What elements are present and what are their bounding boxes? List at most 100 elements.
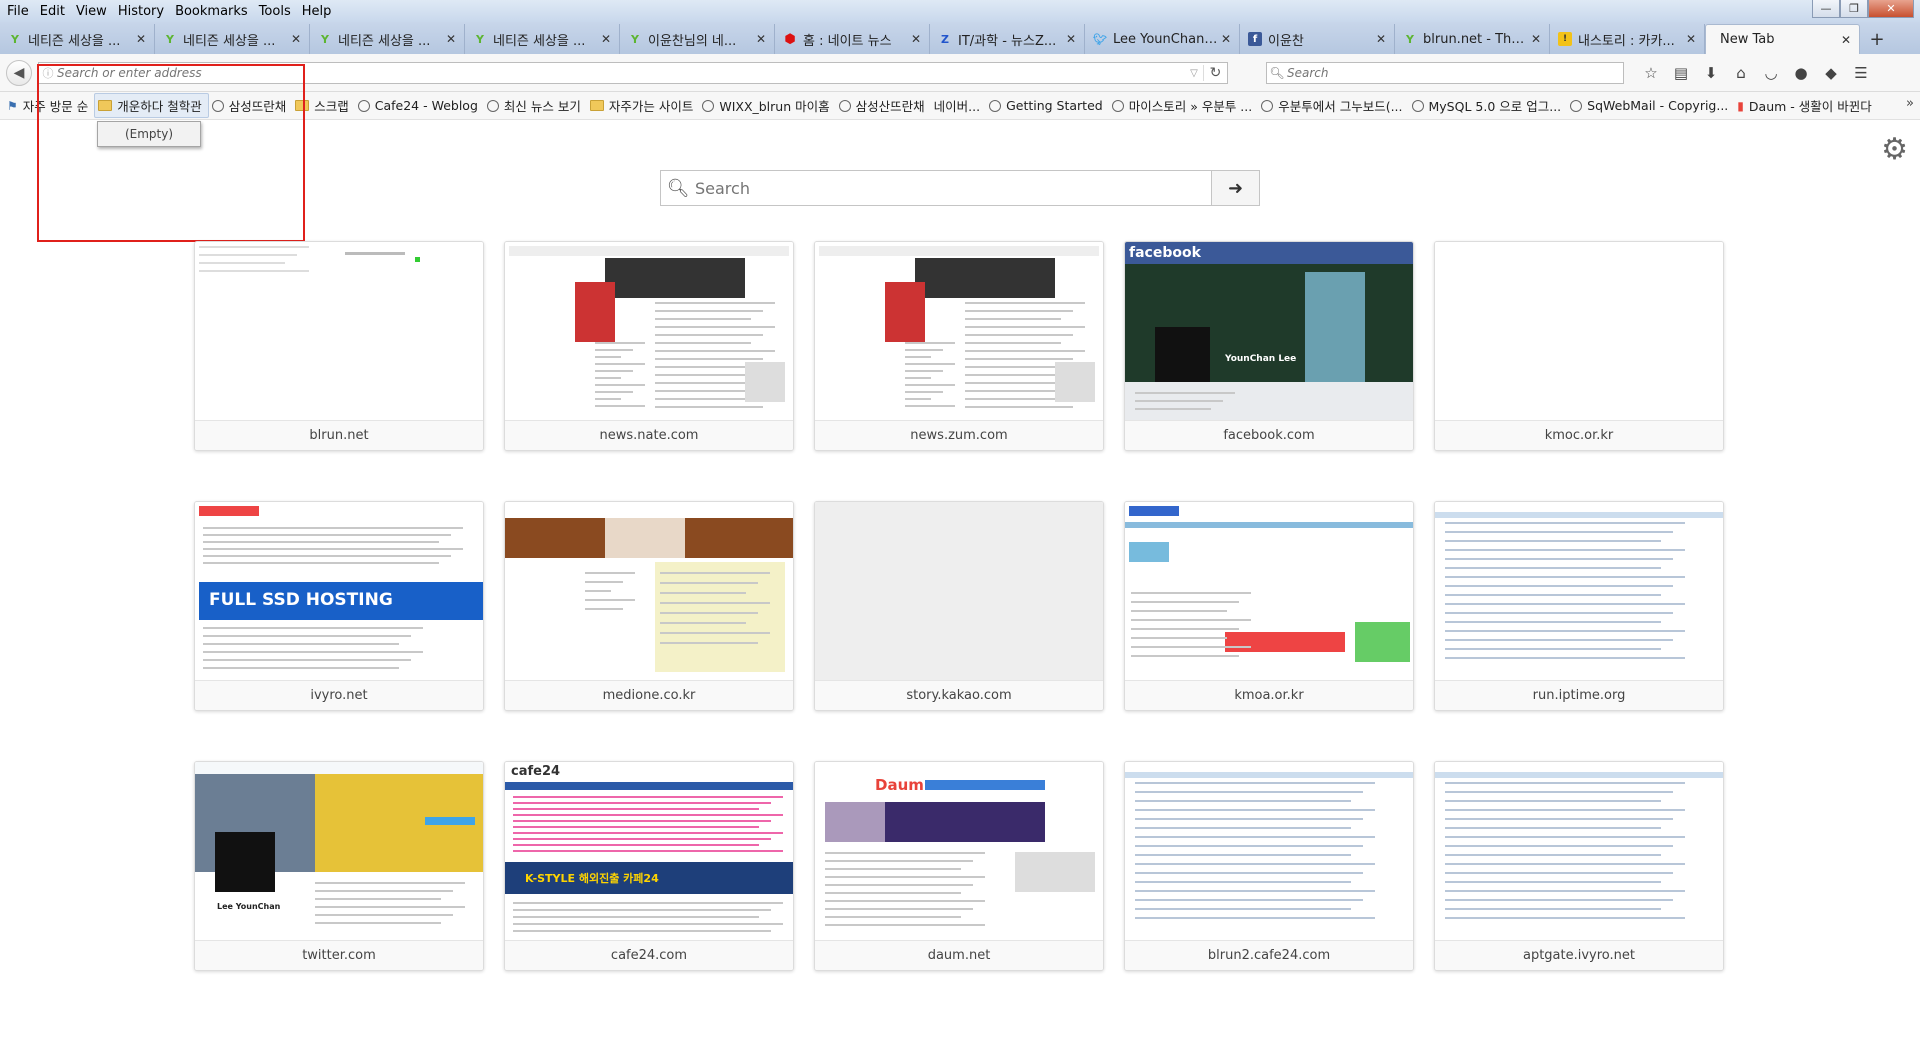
close-window-button[interactable]: ✕ <box>1868 0 1914 18</box>
top-site-tile[interactable]: Lee YounChan twitter.com <box>194 761 484 971</box>
top-site-tile[interactable]: blrun2.cafe24.com <box>1124 761 1414 971</box>
top-site-label[interactable]: twitter.com <box>195 940 483 970</box>
new-tab-button[interactable]: + <box>1860 24 1894 54</box>
url-input[interactable] <box>57 66 1185 80</box>
top-site-label[interactable]: facebook.com <box>1125 420 1413 450</box>
top-site-label[interactable]: daum.net <box>815 940 1103 970</box>
tab-close-icon[interactable]: ✕ <box>909 32 923 46</box>
tab-close-icon[interactable]: ✕ <box>444 32 458 46</box>
menu-tools[interactable]: Tools <box>256 4 299 19</box>
bookmark-item-8[interactable]: 삼성산뜨란채 <box>836 94 931 117</box>
top-site-label[interactable]: kmoc.or.kr <box>1435 420 1723 450</box>
bookmark-item-5[interactable]: 최신 뉴스 보기 <box>484 94 587 117</box>
url-bar[interactable]: ⓘ ▽ ↻ <box>38 62 1228 84</box>
pocket-icon[interactable]: ◡ <box>1756 62 1786 84</box>
tab-close-icon[interactable]: ✕ <box>599 32 613 46</box>
top-site-label[interactable]: kmoa.or.kr <box>1125 680 1413 710</box>
tab-5[interactable]: ⬢ 홈 : 네이트 뉴스 ✕ <box>775 24 930 54</box>
top-site-tile[interactable]: medione.co.kr <box>504 501 794 711</box>
tab-3[interactable]: Y 네티즌 세상을 ... ✕ <box>465 24 620 54</box>
tab-close-icon[interactable]: ✕ <box>1839 33 1853 47</box>
top-site-label[interactable]: blrun2.cafe24.com <box>1125 940 1413 970</box>
tab-close-icon[interactable]: ✕ <box>134 32 148 46</box>
tab-2[interactable]: Y 네티즌 세상을 ... ✕ <box>310 24 465 54</box>
top-site-tile[interactable]: Daum daum.net <box>814 761 1104 971</box>
newtab-search-go-button[interactable]: ➜ <box>1211 171 1259 205</box>
bookmark-item-3[interactable]: 스크랩 <box>292 94 355 117</box>
bookmark-item-1[interactable]: 개운하다 철학관 <box>94 93 209 118</box>
bookmark-item-7[interactable]: WIXX_blrun 마이홈 <box>699 94 835 117</box>
bookmark-item-6[interactable]: 자주가는 사이트 <box>587 94 699 117</box>
top-site-label[interactable]: news.nate.com <box>505 420 793 450</box>
top-site-label[interactable]: medione.co.kr <box>505 680 793 710</box>
bookmark-item-0[interactable]: ⚑ 자주 방문 순 <box>4 94 94 117</box>
bookmark-item-11[interactable]: 마이스토리 » 우분투 ... <box>1109 94 1259 117</box>
maximize-button[interactable]: ❐ <box>1840 0 1868 18</box>
addon-icon[interactable]: ◆ <box>1816 62 1846 84</box>
back-button[interactable]: ◀ <box>6 60 32 86</box>
reload-icon[interactable]: ↻ <box>1203 65 1227 81</box>
home-icon[interactable]: ⌂ <box>1726 62 1756 84</box>
history-dropdown-icon[interactable]: ▽ <box>1185 68 1203 79</box>
bookmark-star-icon[interactable]: ☆ <box>1636 62 1666 84</box>
top-site-label[interactable]: story.kakao.com <box>815 680 1103 710</box>
bookmark-item-13[interactable]: MySQL 5.0 으로 업그... <box>1409 94 1568 117</box>
top-site-label[interactable]: aptgate.ivyro.net <box>1435 940 1723 970</box>
tab-8[interactable]: f 이윤찬 ✕ <box>1240 24 1395 54</box>
tab-close-icon[interactable]: ✕ <box>1219 32 1233 46</box>
top-site-tile[interactable]: aptgate.ivyro.net <box>1434 761 1724 971</box>
tab-9[interactable]: Yblrun.net - Thro... ✕ <box>1395 24 1550 54</box>
tab-4[interactable]: Y 이윤찬님의 네... ✕ <box>620 24 775 54</box>
top-site-label[interactable]: cafe24.com <box>505 940 793 970</box>
top-site-label[interactable]: ivyro.net <box>195 680 483 710</box>
tab-11[interactable]: New Tab ✕ <box>1705 24 1860 54</box>
menu-help[interactable]: Help <box>299 4 340 19</box>
bookmarks-menu-icon[interactable]: ▤ <box>1666 62 1696 84</box>
menu-view[interactable]: View <box>73 4 115 19</box>
search-icon[interactable]: 🔍︎ <box>1267 66 1287 80</box>
top-site-tile[interactable]: blrun.net <box>194 241 484 451</box>
menu-history[interactable]: History <box>115 4 172 19</box>
top-site-tile[interactable]: FULL SSD HOSTING ivyro.net <box>194 501 484 711</box>
top-site-tile[interactable]: story.kakao.com <box>814 501 1104 711</box>
newtab-search-input[interactable] <box>695 178 1211 198</box>
tab-close-icon[interactable]: ✕ <box>1529 32 1543 46</box>
top-site-tile[interactable]: kmoc.or.kr <box>1434 241 1724 451</box>
tab-0[interactable]: Y 네티즌 세상을 ... ✕ <box>0 24 155 54</box>
newtab-settings-gear-icon[interactable]: ⚙ <box>1881 132 1908 167</box>
tab-close-icon[interactable]: ✕ <box>1374 32 1388 46</box>
hamburger-menu-icon[interactable]: ☰ <box>1846 62 1876 84</box>
top-site-tile[interactable]: facebook YounChan Lee facebook.com <box>1124 241 1414 451</box>
bookmark-item-2[interactable]: 삼성뜨란채 <box>209 94 293 117</box>
top-site-tile[interactable]: cafe24 K-STYLE 해외진출 카페24 cafe24.com <box>504 761 794 971</box>
tab-close-icon[interactable]: ✕ <box>289 32 303 46</box>
bookmark-item-15[interactable]: ▮ Daum - 생활이 바뀐다 <box>1734 94 1877 117</box>
bookmark-item-9[interactable]: 네이버... <box>931 94 986 117</box>
tab-close-icon[interactable]: ✕ <box>754 32 768 46</box>
tab-close-icon[interactable]: ✕ <box>1684 32 1698 46</box>
top-site-tile[interactable]: news.nate.com <box>504 241 794 451</box>
bookmark-item-14[interactable]: SqWebMail - Copyrig... <box>1567 96 1734 115</box>
top-site-tile[interactable]: news.zum.com <box>814 241 1104 451</box>
downloads-icon[interactable]: ⬇ <box>1696 62 1726 84</box>
search-bar[interactable]: 🔍︎ <box>1266 62 1624 84</box>
bookmark-item-4[interactable]: Cafe24 - Weblog <box>355 96 484 115</box>
menu-edit[interactable]: Edit <box>37 4 73 19</box>
top-site-tile[interactable]: run.iptime.org <box>1434 501 1724 711</box>
identity-icon[interactable]: ⓘ <box>39 65 57 81</box>
extension-icon[interactable]: ● <box>1786 62 1816 84</box>
top-site-label[interactable]: news.zum.com <box>815 420 1103 450</box>
tab-close-icon[interactable]: ✕ <box>1064 32 1078 46</box>
tab-1[interactable]: Y 네티즌 세상을 ... ✕ <box>155 24 310 54</box>
top-site-label[interactable]: run.iptime.org <box>1435 680 1723 710</box>
menu-file[interactable]: File <box>4 4 37 19</box>
top-site-label[interactable]: blrun.net <box>195 420 483 450</box>
bookmark-item-12[interactable]: 우분투에서 그누보드(... <box>1258 94 1408 117</box>
top-site-tile[interactable]: kmoa.or.kr <box>1124 501 1414 711</box>
tab-6[interactable]: Z IT/과학 - 뉴스Z... ✕ <box>930 24 1085 54</box>
search-input[interactable] <box>1287 66 1623 80</box>
popup-empty-item[interactable]: (Empty) <box>125 127 173 141</box>
bookmark-item-10[interactable]: Getting Started <box>986 96 1109 115</box>
minimize-button[interactable]: — <box>1812 0 1840 18</box>
tab-7[interactable]: 🐦︎ Lee YounChan(... ✕ <box>1085 24 1240 54</box>
